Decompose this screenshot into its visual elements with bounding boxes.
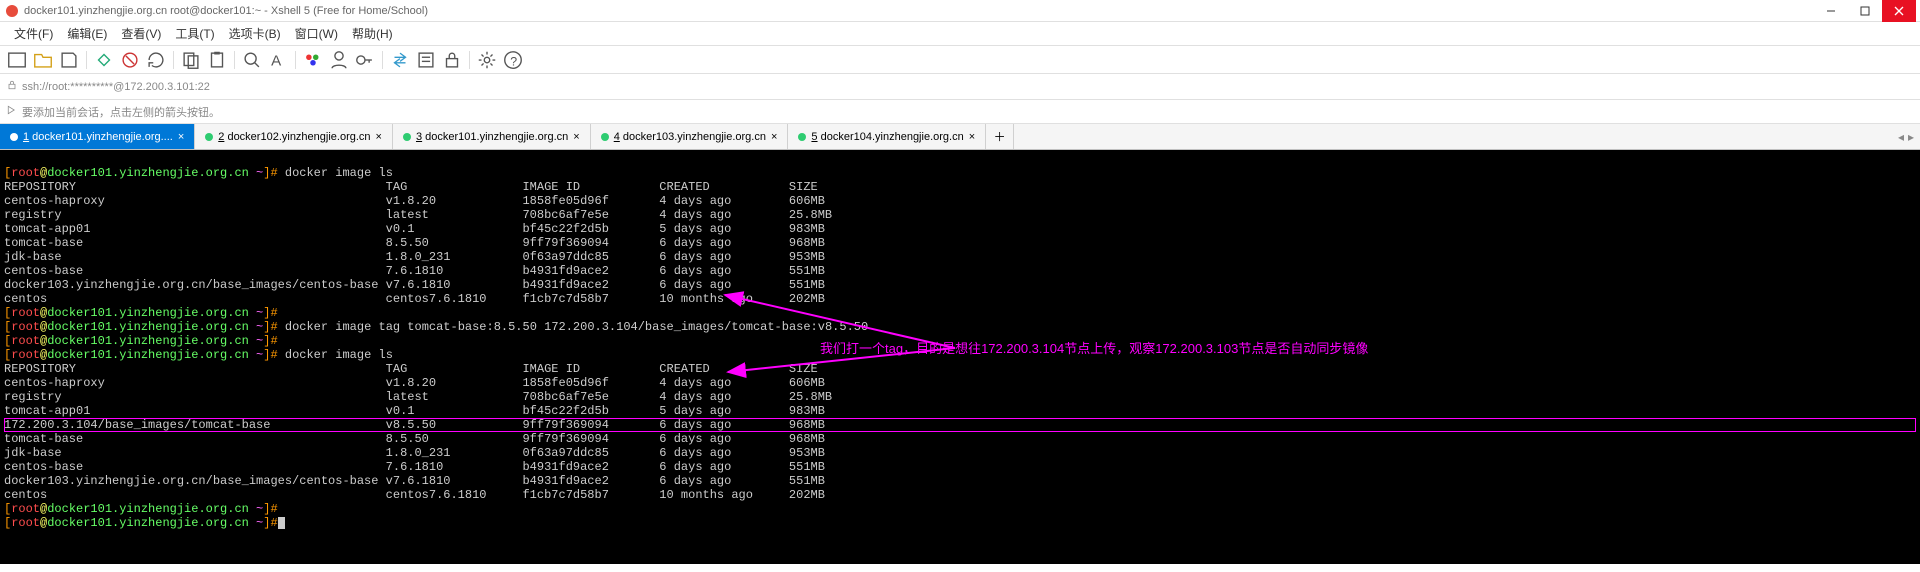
annotation-text: 我们打一个tag，目的是想往172.200.3.104节点上传，观察172.20… [820, 342, 1368, 356]
tab-bar: 1 docker101.yinzhengjie.org....×2 docker… [0, 124, 1920, 150]
save-icon[interactable] [58, 49, 80, 71]
hint-bar: 要添加当前会话，点击左侧的箭头按钮。 [0, 100, 1920, 124]
search-icon[interactable] [241, 49, 263, 71]
app-icon [4, 3, 20, 19]
minimize-button[interactable] [1814, 0, 1848, 22]
menu-view[interactable]: 查看(V) [115, 23, 167, 44]
user-icon[interactable] [328, 49, 350, 71]
script-icon[interactable] [415, 49, 437, 71]
tab-label: 2 docker102.yinzhengjie.org.cn [218, 131, 370, 143]
add-session-arrow-icon[interactable] [6, 104, 18, 119]
status-dot-icon [403, 133, 411, 141]
svg-text:A: A [271, 52, 282, 69]
menu-tabs[interactable]: 选项卡(B) [223, 23, 287, 44]
session-tab[interactable]: 4 docker103.yinzhengjie.org.cn × [591, 124, 789, 149]
tab-label: 3 docker101.yinzhengjie.org.cn [416, 131, 568, 143]
menu-edit[interactable]: 编辑(E) [61, 23, 113, 44]
key-icon[interactable] [354, 49, 376, 71]
tab-bar-right: ◂ ▸ [1892, 124, 1920, 149]
menu-bar: 文件(F) 编辑(E) 查看(V) 工具(T) 选项卡(B) 窗口(W) 帮助(… [0, 22, 1920, 46]
tab-label: 1 docker101.yinzhengjie.org.... [23, 131, 173, 143]
lock-indicator-icon [6, 79, 18, 94]
open-icon[interactable] [32, 49, 54, 71]
tab-close-icon[interactable]: × [178, 131, 184, 143]
status-dot-icon [798, 133, 806, 141]
help-icon[interactable]: ? [502, 49, 524, 71]
paste-icon[interactable] [206, 49, 228, 71]
status-dot-icon [601, 133, 609, 141]
tab-nav-right-icon[interactable]: ▸ [1908, 130, 1914, 144]
session-tab[interactable]: 1 docker101.yinzhengjie.org.... × [0, 124, 195, 149]
maximize-button[interactable] [1848, 0, 1882, 22]
reconnect-icon[interactable] [145, 49, 167, 71]
font-icon[interactable]: A [267, 49, 289, 71]
menu-file[interactable]: 文件(F) [8, 23, 59, 44]
add-tab-button[interactable]: ＋ [986, 124, 1014, 149]
close-button[interactable] [1882, 0, 1916, 22]
copy-icon[interactable] [180, 49, 202, 71]
tab-close-icon[interactable]: × [376, 131, 382, 143]
tab-label: 5 docker104.yinzhengjie.org.cn [811, 131, 963, 143]
tab-label: 4 docker103.yinzhengjie.org.cn [614, 131, 766, 143]
color-icon[interactable] [302, 49, 324, 71]
tab-close-icon[interactable]: × [573, 131, 579, 143]
tab-nav-left-icon[interactable]: ◂ [1898, 130, 1904, 144]
tab-close-icon[interactable]: × [969, 131, 975, 143]
toolbar: A ? [0, 46, 1920, 74]
menu-help[interactable]: 帮助(H) [346, 23, 399, 44]
title-bar: docker101.yinzhengjie.org.cn root@docker… [0, 0, 1920, 22]
session-tab[interactable]: 5 docker104.yinzhengjie.org.cn × [788, 124, 986, 149]
address-bar: ssh://root:**********@172.200.3.101:22 [0, 74, 1920, 100]
new-session-icon[interactable] [6, 49, 28, 71]
disconnect-icon[interactable] [119, 49, 141, 71]
status-dot-icon [10, 133, 18, 141]
hint-text: 要添加当前会话，点击左侧的箭头按钮。 [22, 104, 220, 120]
tab-close-icon[interactable]: × [771, 131, 777, 143]
address-text[interactable]: ssh://root:**********@172.200.3.101:22 [22, 81, 210, 93]
terminal[interactable]: [root@docker101.yinzhengjie.org.cn ~]# d… [0, 150, 1920, 564]
menu-window[interactable]: 窗口(W) [289, 23, 344, 44]
svg-text:?: ? [510, 54, 517, 68]
session-tab[interactable]: 2 docker102.yinzhengjie.org.cn × [195, 124, 393, 149]
lock-icon[interactable] [441, 49, 463, 71]
menu-tools[interactable]: 工具(T) [169, 23, 220, 44]
status-dot-icon [205, 133, 213, 141]
session-tab[interactable]: 3 docker101.yinzhengjie.org.cn × [393, 124, 591, 149]
window-title: docker101.yinzhengjie.org.cn root@docker… [24, 5, 428, 17]
settings-icon[interactable] [476, 49, 498, 71]
transfer-icon[interactable] [389, 49, 411, 71]
connect-icon[interactable] [93, 49, 115, 71]
